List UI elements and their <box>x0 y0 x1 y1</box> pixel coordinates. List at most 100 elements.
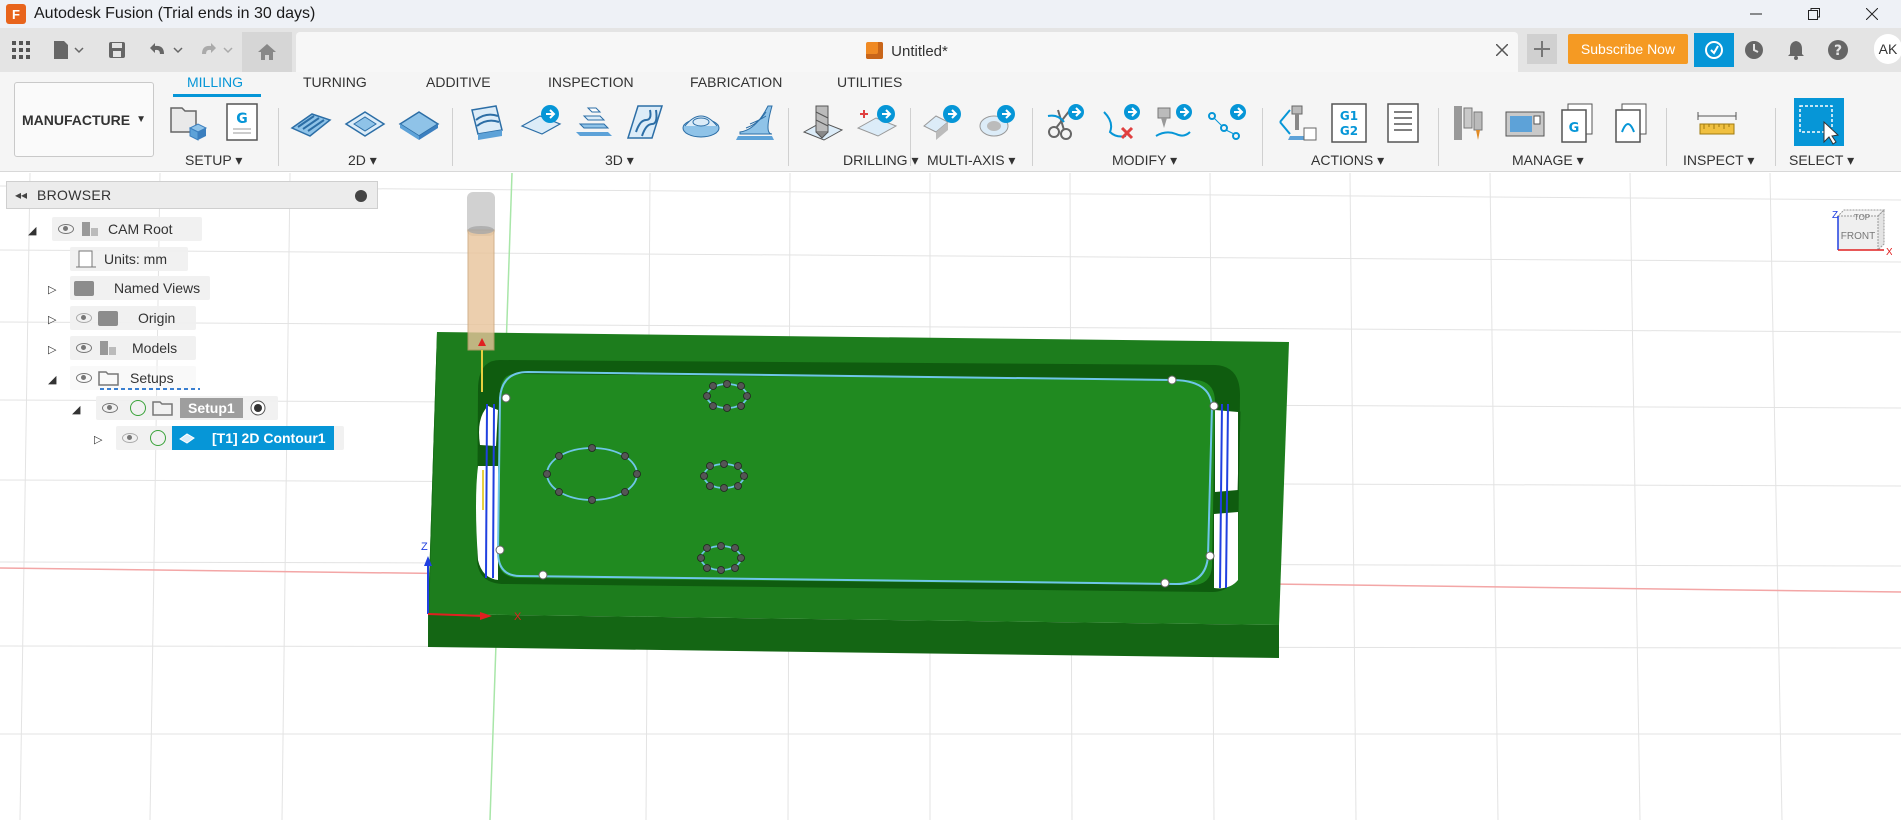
tab-fabrication[interactable]: FABRICATION <box>690 74 782 90</box>
tree-item-setup1[interactable]: Setup1 <box>96 396 278 420</box>
3d-contour-button[interactable] <box>572 102 614 144</box>
nc-program-button[interactable]: G <box>222 102 264 144</box>
select-group-label[interactable]: SELECT ▾ <box>1789 152 1854 169</box>
hole-recognition-button[interactable] <box>856 102 898 144</box>
minimize-button[interactable] <box>1727 0 1785 28</box>
expand-origin-icon[interactable]: ▷ <box>48 313 56 326</box>
tree-item-units[interactable]: Units: mm <box>70 247 188 271</box>
tab-turning[interactable]: TURNING <box>303 74 367 90</box>
view-cube[interactable]: TOP FRONT Z X <box>1832 206 1893 268</box>
document-tab[interactable]: Untitled* <box>296 32 1518 72</box>
select-button[interactable] <box>1794 98 1844 146</box>
active-setup-radio-icon[interactable] <box>249 399 267 417</box>
hidden-eye-icon[interactable] <box>76 313 92 323</box>
home-tab[interactable] <box>242 32 292 72</box>
actions-group-label[interactable]: ACTIONS ▾ <box>1311 152 1384 169</box>
modify-group-label[interactable]: MODIFY ▾ <box>1112 152 1177 169</box>
notifications-button[interactable] <box>1780 34 1812 66</box>
3d-adaptive-button[interactable] <box>466 102 508 144</box>
select-icon <box>1799 105 1840 145</box>
trim-button[interactable] <box>1044 102 1086 144</box>
visibility-eye-icon[interactable] <box>76 373 92 383</box>
tree-item-models[interactable]: Models <box>70 336 196 360</box>
subscribe-button[interactable]: Subscribe Now <box>1568 34 1688 64</box>
minimize-panel-icon[interactable] <box>355 190 367 202</box>
face-button[interactable] <box>398 102 440 144</box>
hidden-eye-icon[interactable] <box>122 433 138 443</box>
tree-item-cam-root[interactable]: CAM Root <box>52 217 202 241</box>
swarf-icon <box>923 105 961 140</box>
machine-library-button[interactable] <box>1504 102 1546 144</box>
selected-operation[interactable]: [T1] 2D Contour1 <box>172 426 334 450</box>
multi-axis-group-label[interactable]: MULTI-AXIS ▾ <box>927 152 1015 169</box>
3d-scallop-button[interactable] <box>680 102 722 144</box>
close-document-button[interactable] <box>1495 40 1509 61</box>
inspect-group-label[interactable]: INSPECT ▾ <box>1683 152 1754 169</box>
expand-setups-icon[interactable]: ◢ <box>48 373 56 386</box>
visibility-eye-icon[interactable] <box>76 343 92 353</box>
post-process-icon: G1G2 <box>1331 103 1367 143</box>
collapse-panel-icon[interactable]: ◂◂ <box>15 188 27 202</box>
2d-adaptive-button[interactable] <box>290 102 332 144</box>
workspace-switcher[interactable]: MANUFACTURE ▼ <box>14 82 154 157</box>
3d-adaptive-icon <box>471 105 503 140</box>
save-button[interactable] <box>104 36 130 64</box>
expand-contour-icon[interactable]: ▷ <box>94 433 102 446</box>
g1-label: G1 <box>1340 109 1358 123</box>
browser-panel-header[interactable]: ◂◂ BROWSER <box>6 181 378 209</box>
expand-named-views-icon[interactable]: ▷ <box>48 283 56 296</box>
setup-group-label[interactable]: SETUP ▾ <box>185 152 242 169</box>
3d-group-label[interactable]: 3D ▾ <box>605 152 634 169</box>
3d-pocket-button[interactable] <box>520 102 562 144</box>
tool-library-button[interactable] <box>1450 102 1492 144</box>
post-library-button[interactable]: G <box>1558 102 1600 144</box>
visibility-eye-icon[interactable] <box>58 224 74 234</box>
drill-button[interactable] <box>802 102 844 144</box>
2d-group-label[interactable]: 2D ▾ <box>348 152 377 169</box>
redo-button[interactable] <box>196 36 236 64</box>
visibility-eye-icon[interactable] <box>102 403 118 413</box>
tree-item-2d-contour[interactable]: [T1] 2D Contour1 <box>116 426 344 450</box>
app-grid-button[interactable] <box>8 36 34 64</box>
history-button[interactable] <box>1738 34 1770 66</box>
tab-inspection[interactable]: INSPECTION <box>548 74 634 90</box>
template-library-button[interactable] <box>1612 102 1654 144</box>
svg-text:?: ? <box>1834 43 1842 59</box>
file-menu-button[interactable] <box>48 36 88 64</box>
3d-viewport[interactable]: Z X <box>0 173 1901 820</box>
tab-milling[interactable]: MILLING <box>187 74 243 90</box>
manage-group-label[interactable]: MANAGE ▾ <box>1512 152 1584 169</box>
expand-models-icon[interactable]: ▷ <box>48 343 56 356</box>
setup-sheet-button[interactable] <box>1382 102 1424 144</box>
help-button[interactable]: ? <box>1822 34 1854 66</box>
measure-button[interactable] <box>1696 102 1738 144</box>
tab-additive[interactable]: ADDITIVE <box>426 74 491 90</box>
drilling-group-label[interactable]: DRILLING ▾ <box>843 152 919 169</box>
tool-orientation-button[interactable] <box>1152 102 1194 144</box>
3d-steep-shallow-button[interactable] <box>734 102 776 144</box>
tree-item-named-views[interactable]: Named Views <box>70 276 210 300</box>
undo-button[interactable] <box>146 36 186 64</box>
new-tab-button[interactable] <box>1527 34 1557 64</box>
restore-button[interactable] <box>1785 0 1843 28</box>
simulate-button[interactable] <box>1276 102 1318 144</box>
3d-parallel-button[interactable] <box>624 102 666 144</box>
new-setup-button[interactable] <box>168 102 210 144</box>
job-status-button[interactable] <box>1694 33 1734 67</box>
expand-cam-root-icon[interactable]: ◢ <box>28 224 36 237</box>
close-icon <box>1866 8 1878 20</box>
2d-pocket-button[interactable] <box>344 102 386 144</box>
view-cube-top-label: TOP <box>1854 213 1870 222</box>
remove-segments-button[interactable] <box>1100 102 1142 144</box>
swarf-button[interactable] <box>922 102 964 144</box>
expand-setup1-icon[interactable]: ◢ <box>72 403 80 416</box>
tab-utilities[interactable]: UTILITIES <box>837 74 902 90</box>
points-edit-button[interactable] <box>1206 102 1248 144</box>
post-process-button[interactable]: G1 G2 <box>1328 102 1370 144</box>
tree-item-origin[interactable]: Origin <box>70 306 196 330</box>
multi-axis-contour-button[interactable] <box>976 102 1018 144</box>
triad-z-label: Z <box>421 541 428 553</box>
group-separator <box>788 108 789 166</box>
user-avatar[interactable]: AK <box>1874 34 1901 64</box>
close-window-button[interactable] <box>1843 0 1901 28</box>
